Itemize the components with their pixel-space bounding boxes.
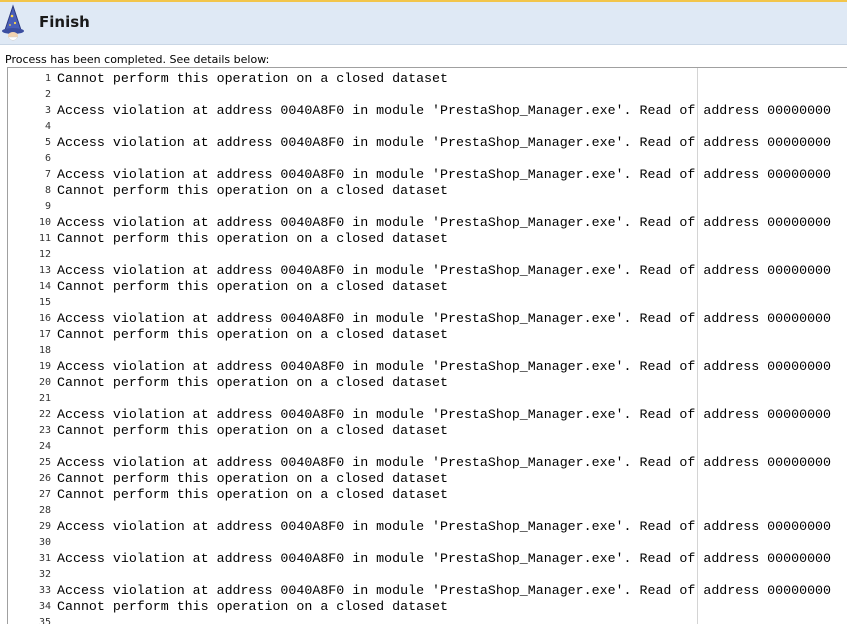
line-number: 16 — [38, 313, 51, 324]
line-text: Cannot perform this operation on a close… — [57, 231, 448, 246]
line-text: Cannot perform this operation on a close… — [57, 375, 448, 390]
status-text: Process has been completed. See details … — [5, 53, 270, 66]
right-margin-line — [697, 68, 698, 624]
line-number: 34 — [38, 601, 51, 612]
line-number: 22 — [38, 409, 51, 420]
line-number: 32 — [38, 569, 51, 580]
line-number: 5 — [44, 137, 51, 148]
line-number: 27 — [38, 489, 51, 500]
details-log[interactable]: 1 Cannot perform this operation on a clos… — [7, 67, 847, 624]
line-number: 30 — [38, 537, 51, 548]
line-text: Cannot perform this operation on a close… — [57, 71, 448, 86]
page-title: Finish — [39, 13, 90, 31]
line-text: Access violation at address 0040A8F0 in … — [57, 311, 832, 326]
line-number: 12 — [38, 249, 51, 260]
line-number: 17 — [38, 329, 51, 340]
line-text: Access violation at address 0040A8F0 in … — [57, 407, 832, 422]
line-text: Cannot perform this operation on a close… — [57, 423, 448, 438]
line-number: 8 — [44, 185, 51, 196]
line-number: 28 — [38, 505, 51, 516]
line-number: 14 — [38, 281, 51, 292]
line-text: Access violation at address 0040A8F0 in … — [57, 167, 832, 182]
line-text: Cannot perform this operation on a close… — [57, 599, 448, 614]
line-text: Access violation at address 0040A8F0 in … — [57, 583, 832, 598]
line-text: Access violation at address 0040A8F0 in … — [57, 263, 832, 278]
line-number: 21 — [38, 393, 51, 404]
line-text: Access violation at address 0040A8F0 in … — [57, 103, 832, 118]
line-number: 23 — [38, 425, 51, 436]
line-number: 35 — [38, 617, 51, 624]
line-number: 18 — [38, 345, 51, 356]
line-number: 24 — [38, 441, 51, 452]
line-number: 20 — [38, 377, 51, 388]
line-number: 15 — [38, 297, 51, 308]
line-number: 7 — [44, 169, 51, 180]
line-number: 11 — [38, 233, 51, 244]
line-text: Access violation at address 0040A8F0 in … — [57, 359, 832, 374]
line-number: 1 — [44, 73, 51, 84]
line-number: 33 — [38, 585, 51, 596]
line-number: 25 — [38, 457, 51, 468]
line-number: 9 — [44, 201, 51, 212]
line-number: 6 — [44, 153, 51, 164]
line-text: Access violation at address 0040A8F0 in … — [57, 215, 832, 230]
line-text: Access violation at address 0040A8F0 in … — [57, 519, 832, 534]
line-number: 19 — [38, 361, 51, 372]
line-text: Access violation at address 0040A8F0 in … — [57, 135, 832, 150]
line-text: Cannot perform this operation on a close… — [57, 327, 448, 342]
line-number: 3 — [44, 105, 51, 116]
line-text: Access violation at address 0040A8F0 in … — [57, 455, 832, 470]
line-text: Cannot perform this operation on a close… — [57, 183, 448, 198]
line-number: 29 — [38, 521, 51, 532]
line-number: 26 — [38, 473, 51, 484]
line-number: 10 — [38, 217, 51, 228]
line-text: Cannot perform this operation on a close… — [57, 487, 448, 502]
line-number: 13 — [38, 265, 51, 276]
wizard-icon — [2, 4, 24, 41]
line-number: 31 — [38, 553, 51, 564]
line-text: Cannot perform this operation on a close… — [57, 471, 448, 486]
line-text: Cannot perform this operation on a close… — [57, 279, 448, 294]
wizard-header: Finish — [0, 0, 847, 45]
line-text: Access violation at address 0040A8F0 in … — [57, 551, 832, 566]
line-number: 4 — [44, 121, 51, 132]
line-number: 2 — [44, 89, 51, 100]
